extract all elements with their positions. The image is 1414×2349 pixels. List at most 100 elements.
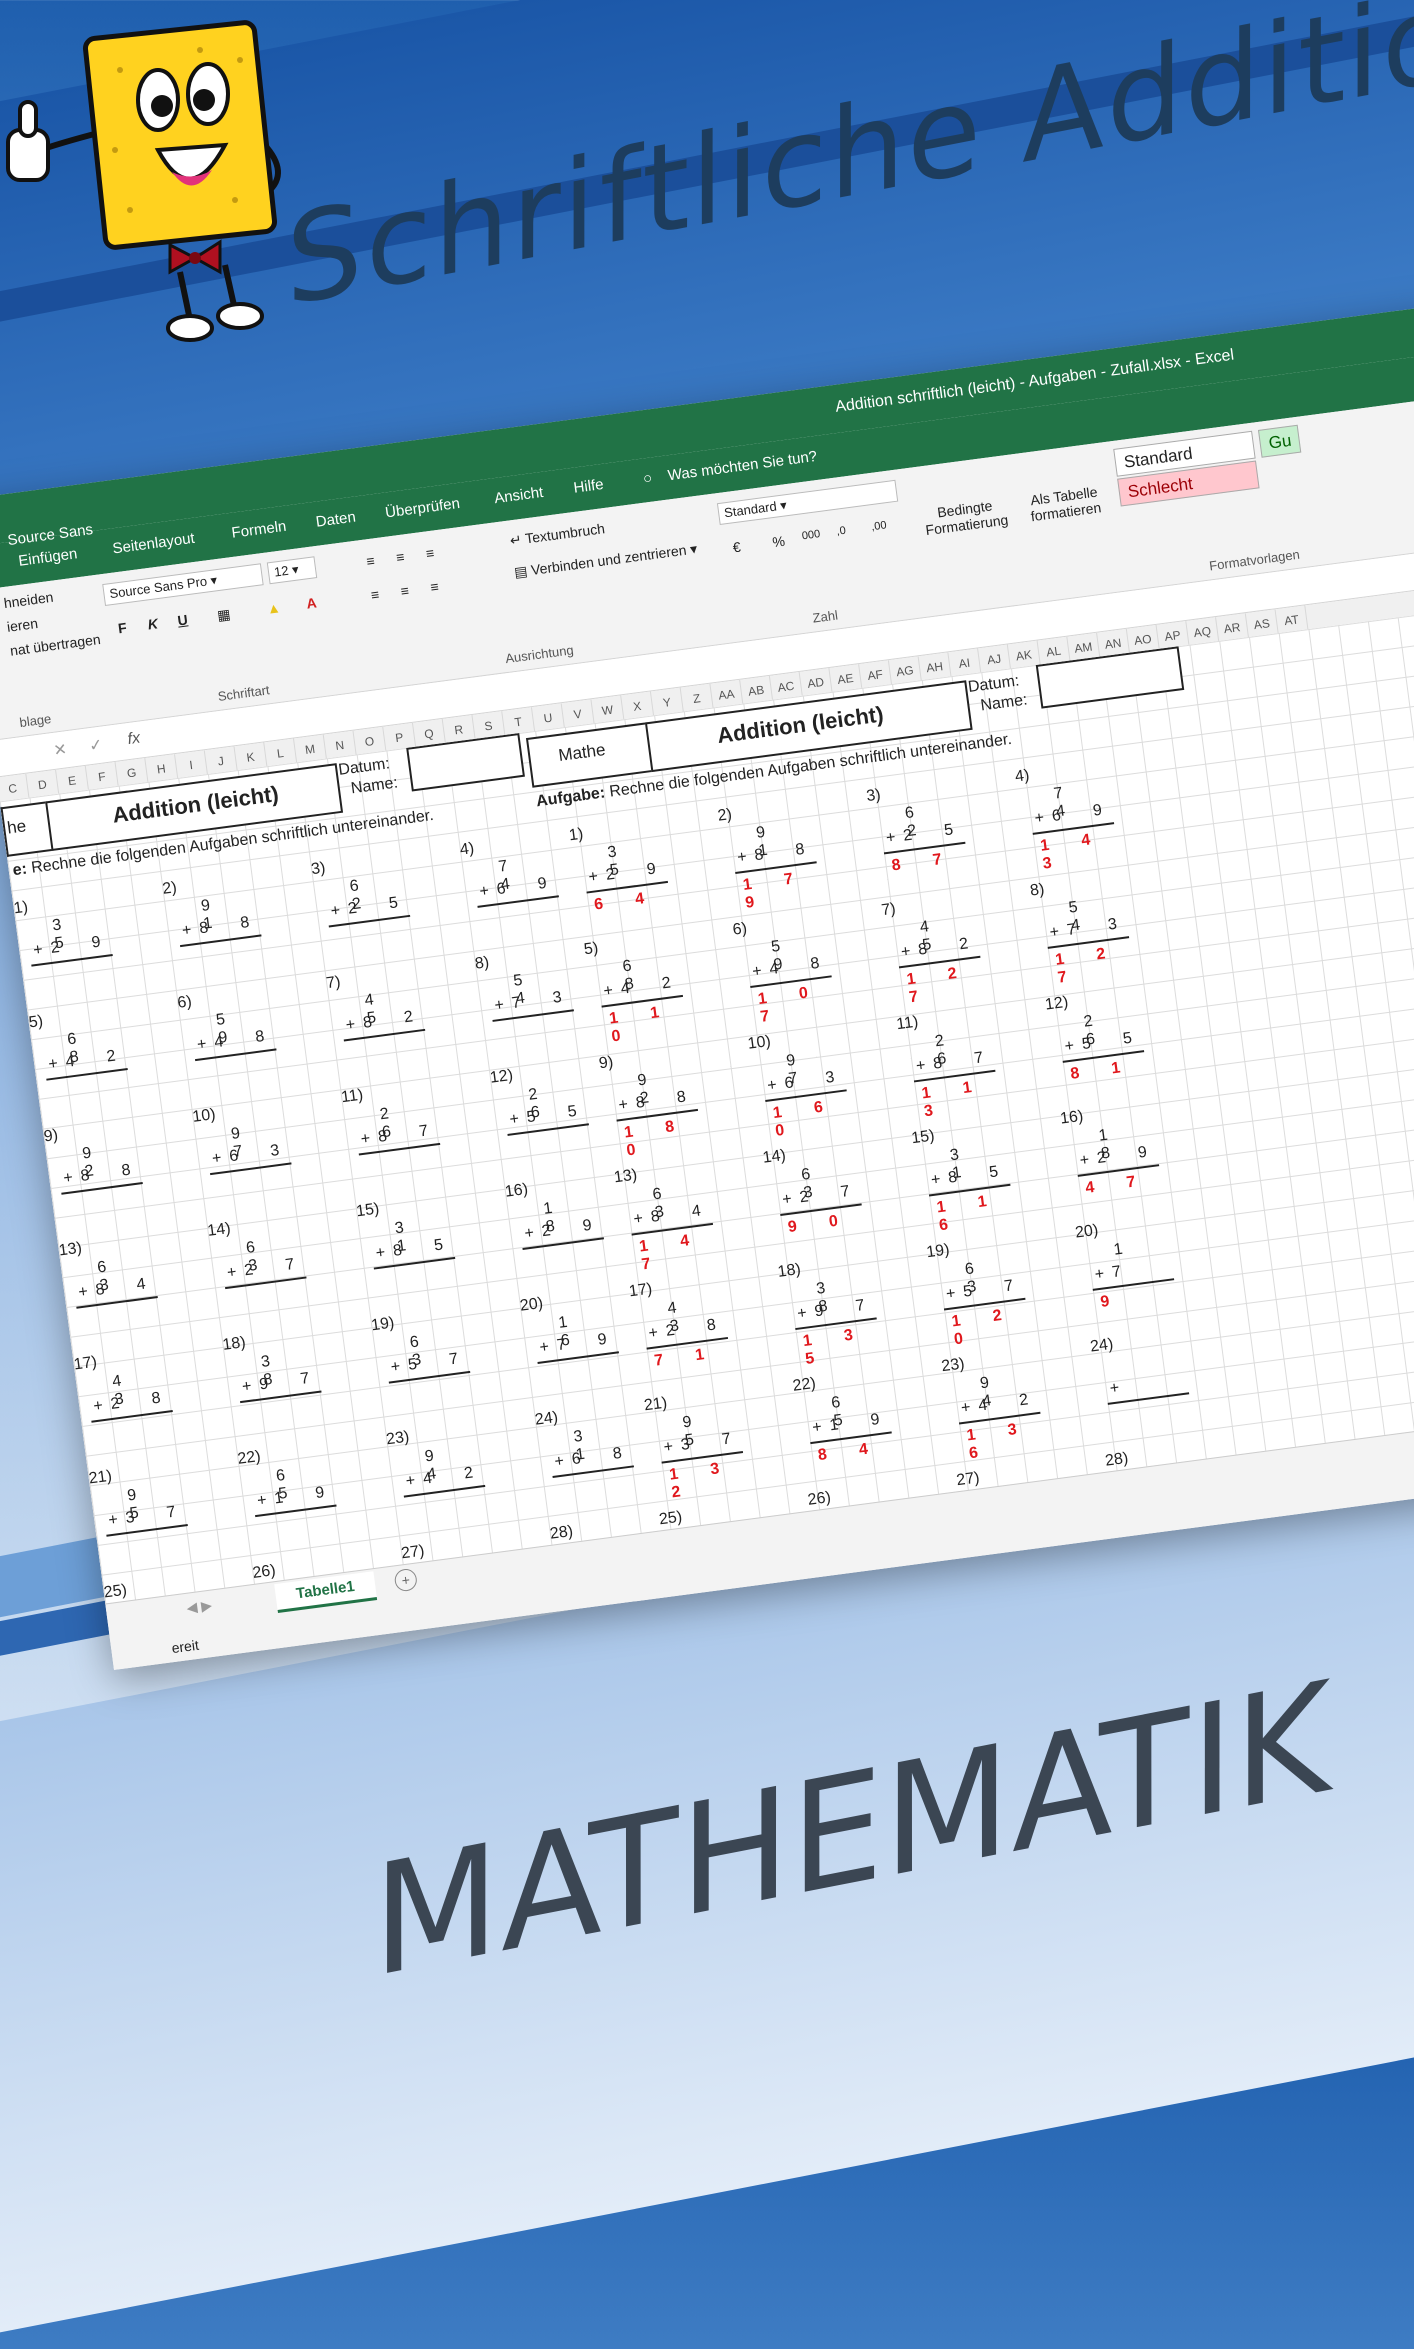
problem-number: 22): [236, 1448, 262, 1468]
problem-number: 15): [355, 1200, 381, 1221]
result: 9 0: [786, 1210, 853, 1237]
problem-number: 17): [627, 1280, 654, 1301]
problem-number: 5): [27, 1012, 45, 1032]
addition-problem: 12) 2 6 +5 5: [489, 1057, 603, 1179]
addition-problem: 2) 9 1 +8 81 7 9: [717, 795, 831, 917]
problem-number: 2): [716, 806, 733, 825]
addition-problem: 3) 6 2 +2 58 7: [865, 775, 979, 897]
addition-problem: 10) 9 7 +6 3: [191, 1096, 305, 1218]
problem-number: 13): [612, 1166, 639, 1187]
problem-number: 17): [72, 1353, 98, 1374]
merge-center-button[interactable]: ▤ Verbinden und zentrieren ▾: [513, 540, 698, 581]
wrap-text-button[interactable]: ↵ Textumbruch: [509, 520, 606, 549]
addition-problem: 24) 3 1 +6 8: [534, 1399, 648, 1521]
problem-number: 23): [385, 1428, 411, 1449]
addition-problem: 18) 3 8 +9 7: [221, 1324, 335, 1446]
bold-button[interactable]: F: [117, 619, 128, 636]
font-color-icon[interactable]: A: [305, 594, 317, 611]
addition-problem: 5) 6 8 +4 21 1 0: [583, 928, 697, 1050]
result: 9: [1099, 1291, 1125, 1311]
result: 1 1 3: [920, 1077, 987, 1121]
problem-number: 12): [1044, 993, 1070, 1014]
function-icon[interactable]: fx: [127, 730, 142, 749]
thousands-icon[interactable]: 000: [801, 528, 821, 542]
problem-number: 12): [488, 1066, 515, 1087]
group-font: Schriftart: [216, 682, 271, 704]
addition-problem: 10) 9 7 +6 31 6 0: [747, 1023, 861, 1145]
addition-problem: 1) 3 5 +2 9: [13, 887, 127, 1009]
font-size-select[interactable]: 12 ▾: [266, 556, 318, 585]
problem-number: 1): [567, 825, 585, 845]
result: 1 1 6: [935, 1191, 1002, 1235]
add-sheet-icon[interactable]: +: [393, 1567, 419, 1593]
addition-problem: 3) 6 2 +2 5: [310, 848, 424, 970]
format-as-table-button[interactable]: Als Tabelle formatieren: [1018, 482, 1111, 525]
percent-icon[interactable]: %: [771, 533, 785, 550]
problem-number: 9): [42, 1126, 60, 1146]
excel-window: Addition schriftlich (leicht) - Aufgaben…: [0, 304, 1414, 1670]
addition-problem: 19) 6 3 +5 7: [370, 1304, 484, 1426]
addition-problem: 6) 5 9 +4 81 0 7: [732, 909, 846, 1031]
problem-number: 10): [191, 1105, 217, 1126]
result: 7 1: [653, 1344, 720, 1370]
borders-icon[interactable]: ▦: [216, 606, 231, 625]
problem-number: 21): [642, 1394, 669, 1415]
copy-button[interactable]: ieren: [6, 615, 39, 635]
problem-number: 8): [473, 953, 491, 973]
lightbulb-icon: ○: [642, 469, 654, 488]
italic-button[interactable]: K: [147, 615, 159, 632]
problem-number: 24): [1089, 1335, 1115, 1356]
tab-seitenlayout[interactable]: Seitenlayout: [112, 530, 196, 558]
addition-problem: 15) 3 1 +8 5: [355, 1190, 469, 1312]
result: 1 8 0: [623, 1116, 690, 1160]
addition-problem: 7) 4 5 +8 2: [325, 962, 439, 1084]
problem-number: 11): [895, 1013, 920, 1034]
align-left-icon[interactable]: ≡: [370, 586, 380, 603]
problem-number: 18): [776, 1260, 802, 1281]
result: 1 3 6: [965, 1419, 1032, 1463]
align-right-icon[interactable]: ≡: [429, 578, 439, 595]
tab-ansicht[interactable]: Ansicht: [493, 484, 544, 507]
align-middle-icon[interactable]: ≡: [395, 549, 405, 566]
fill-color-icon[interactable]: ▲: [266, 599, 282, 617]
addition-problem: 9) 9 2 +8 81 8 0: [598, 1042, 712, 1164]
cancel-icon[interactable]: ✕: [52, 739, 69, 761]
tell-me-search[interactable]: Was möchten Sie tun?: [667, 448, 818, 484]
addition-problem: 2) 9 1 +8 8: [161, 868, 275, 990]
decrease-decimal-icon[interactable]: ,00: [871, 519, 888, 533]
confirm-icon[interactable]: ✓: [88, 735, 104, 757]
result: 4 7: [1084, 1171, 1151, 1197]
underline-button[interactable]: U: [177, 611, 189, 628]
problem-number: 2): [161, 879, 178, 898]
align-bottom-icon[interactable]: ≡: [425, 545, 435, 562]
align-top-icon[interactable]: ≡: [365, 552, 375, 569]
tab-daten[interactable]: Daten: [315, 509, 357, 531]
addition-problem: 20) 1 +7 9: [1074, 1212, 1188, 1334]
increase-decimal-icon[interactable]: ,0: [836, 525, 847, 538]
align-center-icon[interactable]: ≡: [400, 582, 410, 599]
style-gut[interactable]: Gu: [1257, 424, 1302, 458]
cut-button[interactable]: hneiden: [3, 589, 54, 611]
addition-problem: 7) 4 5 +8 21 2 7: [880, 889, 994, 1011]
addition-problem: 6) 5 9 +4 8: [176, 982, 290, 1104]
status-text: ereit: [170, 1636, 200, 1657]
currency-icon[interactable]: €: [732, 539, 742, 556]
problem-number: 18): [221, 1334, 247, 1354]
tab-hilfe[interactable]: Hilfe: [573, 476, 605, 497]
problem-number: 14): [761, 1146, 787, 1167]
problem-number: 11): [340, 1086, 365, 1107]
problem-number: 23): [940, 1355, 966, 1376]
problem-number: 4): [458, 839, 476, 859]
sheet-nav-icon[interactable]: ◀ ▶: [186, 1597, 213, 1617]
tab-formeln[interactable]: Formeln: [231, 518, 288, 542]
problem-number: 7): [325, 973, 342, 993]
first-addend: 1: [1112, 1238, 1138, 1259]
conditional-format-button[interactable]: Bedingte Formatierung: [919, 495, 1012, 538]
result: 1 4 3: [1039, 829, 1106, 873]
format-painter-button[interactable]: nat übertragen: [9, 631, 101, 659]
tab-ueberpruefen[interactable]: Überprüfen: [384, 495, 461, 522]
addition-problem: 11) 2 6 +8 71 1 3: [895, 1003, 1009, 1125]
addition-problem: 13) 6 3 +8 4: [58, 1230, 172, 1352]
problem-number: 10): [746, 1032, 772, 1053]
tab-einfuegen[interactable]: Einfügen: [17, 545, 78, 570]
